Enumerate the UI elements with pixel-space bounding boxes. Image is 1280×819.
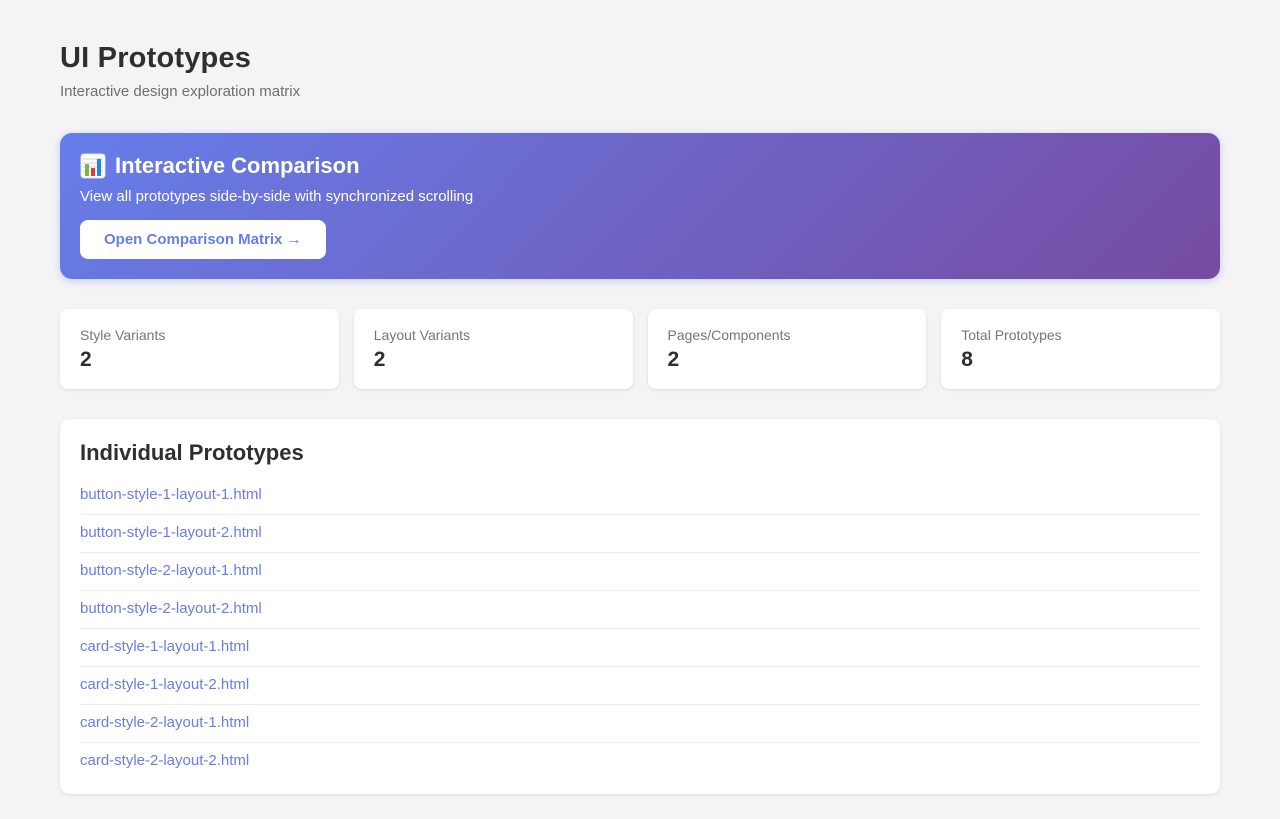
stat-label: Layout Variants	[374, 327, 613, 343]
prototype-link[interactable]: card-style-1-layout-2.html	[80, 676, 249, 693]
page-title: UI Prototypes	[60, 42, 1220, 75]
stat-value: 2	[374, 348, 613, 372]
stat-value: 8	[961, 348, 1200, 372]
stat-label: Style Variants	[80, 327, 319, 343]
prototype-link[interactable]: card-style-1-layout-1.html	[80, 638, 249, 655]
stat-value: 2	[668, 348, 907, 372]
list-item: card-style-1-layout-1.html	[80, 629, 1200, 667]
banner-heading: Interactive Comparison	[80, 153, 1200, 179]
stat-card-layout-variants: Layout Variants 2	[354, 309, 633, 389]
prototype-link[interactable]: button-style-2-layout-1.html	[80, 562, 262, 579]
list-item: button-style-2-layout-1.html	[80, 553, 1200, 591]
individual-prototypes-card: Individual Prototypes button-style-1-lay…	[60, 419, 1220, 794]
list-item: button-style-1-layout-2.html	[80, 515, 1200, 553]
list-item: button-style-2-layout-2.html	[80, 591, 1200, 629]
bar-chart-icon	[80, 153, 106, 179]
open-comparison-matrix-button[interactable]: Open Comparison Matrix →	[80, 220, 326, 259]
page-subtitle: Interactive design exploration matrix	[60, 83, 1220, 100]
interactive-comparison-banner: Interactive Comparison View all prototyp…	[60, 133, 1220, 279]
stats-row: Style Variants 2 Layout Variants 2 Pages…	[60, 309, 1220, 389]
prototype-link[interactable]: card-style-2-layout-2.html	[80, 752, 249, 769]
prototype-link[interactable]: button-style-2-layout-2.html	[80, 600, 262, 617]
list-item: button-style-1-layout-1.html	[80, 477, 1200, 515]
banner-title: Interactive Comparison	[115, 153, 360, 179]
stat-label: Total Prototypes	[961, 327, 1200, 343]
banner-description: View all prototypes side-by-side with sy…	[80, 188, 1200, 205]
prototype-link[interactable]: card-style-2-layout-1.html	[80, 714, 249, 731]
page-container: UI Prototypes Interactive design explora…	[60, 0, 1220, 794]
list-item: card-style-1-layout-2.html	[80, 667, 1200, 705]
prototype-link[interactable]: button-style-1-layout-1.html	[80, 486, 262, 503]
prototype-link[interactable]: button-style-1-layout-2.html	[80, 524, 262, 541]
stat-card-pages-components: Pages/Components 2	[648, 309, 927, 389]
list-item: card-style-2-layout-1.html	[80, 705, 1200, 743]
stat-value: 2	[80, 348, 319, 372]
stat-label: Pages/Components	[668, 327, 907, 343]
individual-prototypes-heading: Individual Prototypes	[80, 440, 1200, 466]
stat-card-style-variants: Style Variants 2	[60, 309, 339, 389]
stat-card-total-prototypes: Total Prototypes 8	[941, 309, 1220, 389]
list-item: card-style-2-layout-2.html	[80, 743, 1200, 780]
